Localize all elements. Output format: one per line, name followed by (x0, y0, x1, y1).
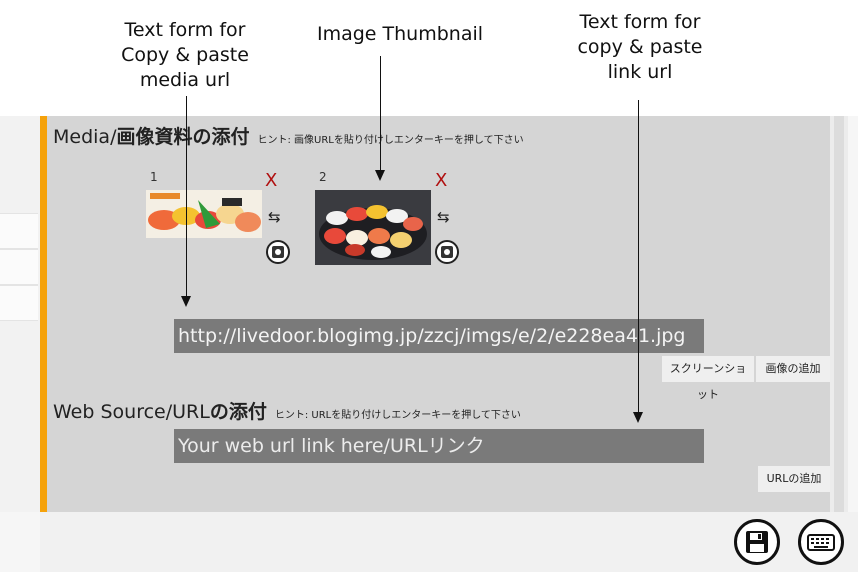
app-window: Media/画像資料の添付 ヒント: 画像URLを貼り付けしエンターキーを押して下… (0, 116, 858, 572)
sidebar-row[interactable] (0, 249, 38, 285)
save-icon (746, 531, 768, 553)
annotation-arrowhead (633, 412, 643, 423)
web-title-prefix: Web Source/URL (53, 401, 210, 423)
bottom-toolbar (40, 512, 858, 572)
screenshot-thumbnail-icon[interactable] (266, 240, 290, 264)
sidebar-row[interactable] (0, 213, 38, 249)
sushi-plate-image (315, 190, 431, 265)
keyboard-icon (807, 534, 835, 551)
annotation-link-url: Text form for copy & paste link url (577, 11, 703, 83)
sushi-platter-image (146, 190, 262, 238)
swap-icon[interactable]: ⇆ (268, 208, 281, 226)
thumbnail-index: 1 (150, 170, 158, 184)
media-title-jp: 画像資料の添付 (116, 126, 250, 148)
vertical-scrollbar[interactable] (830, 116, 848, 512)
annotation-arrowhead (181, 296, 191, 307)
web-section-title: Web Source/URLの添付 ヒント: URLを貼り付けしエンターキーを押し… (53, 397, 521, 424)
web-title-jp: の添付 (209, 401, 267, 423)
left-sidebar (0, 116, 40, 512)
swap-icon[interactable]: ⇆ (437, 208, 450, 226)
web-hint: ヒント: URLを貼り付けしエンターキーを押して下さい (274, 410, 521, 421)
thumbnail-image[interactable] (146, 190, 262, 238)
save-button[interactable] (734, 519, 780, 565)
scrollbar-thumb[interactable] (834, 116, 844, 512)
annotation-arrow-link-url (638, 100, 639, 412)
media-url-input[interactable]: http://livedoor.blogimg.jp/zzcj/imgs/e/2… (174, 319, 704, 353)
thumbnail-image[interactable] (315, 190, 431, 265)
attachments-panel: Media/画像資料の添付 ヒント: 画像URLを貼り付けしエンターキーを押して下… (40, 116, 830, 512)
screenshot-button[interactable]: スクリーンショット (662, 356, 754, 401)
media-hint: ヒント: 画像URLを貼り付けしエンターキーを押して下さい (257, 135, 524, 146)
add-url-button[interactable]: URLの追加 (758, 466, 830, 492)
annotation-arrowhead (375, 170, 385, 181)
web-url-input[interactable]: Your web url link here/URLリンク (174, 429, 704, 463)
annotation-media-url: Text form for Copy & paste media url (121, 19, 249, 91)
remove-thumbnail-button[interactable]: X (435, 170, 447, 191)
screenshot-thumbnail-icon[interactable] (435, 240, 459, 264)
annotation-arrow-thumbnail (380, 56, 381, 170)
add-image-button[interactable]: 画像の追加 (756, 356, 830, 382)
annotation-arrow-media-url (186, 96, 187, 296)
thumbnail-index: 2 (319, 170, 327, 184)
keyboard-button[interactable] (798, 519, 844, 565)
annotation-thumbnail: Image Thumbnail (316, 23, 484, 45)
media-section-title: Media/画像資料の添付 ヒント: 画像URLを貼り付けしエンターキーを押して下… (53, 122, 524, 149)
media-title-prefix: Media/ (53, 126, 117, 148)
remove-thumbnail-button[interactable]: X (265, 170, 277, 191)
sidebar-row[interactable] (0, 285, 38, 321)
